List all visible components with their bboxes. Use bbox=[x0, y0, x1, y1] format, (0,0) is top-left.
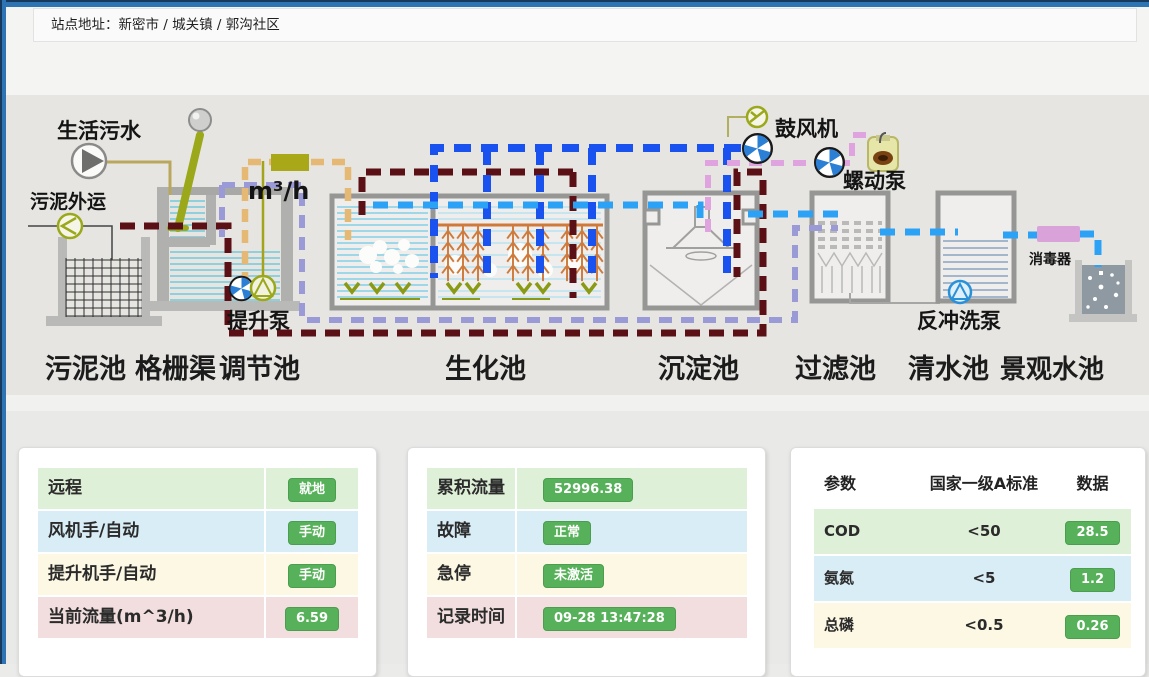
label-flow-unit: m³/h bbox=[248, 177, 309, 205]
status-row-current-flow: 当前流量(m^3/h) 6.59 bbox=[38, 597, 358, 638]
current-flow-badge[interactable]: 6.59 bbox=[285, 607, 339, 631]
param-standard: <0.5 bbox=[914, 603, 1054, 648]
breadcrumb: 站点地址：新密市 / 城关镇 / 郭沟社区 bbox=[33, 8, 1137, 42]
flow-row-record-time: 记录时间 09-28 13:47:28 bbox=[427, 597, 747, 638]
top-accent-bar bbox=[0, 0, 1149, 7]
flow-row-total: 累积流量 52996.38 bbox=[427, 468, 747, 509]
tank-label-sludge: 污泥池 bbox=[45, 354, 126, 385]
param-name: 总磷 bbox=[814, 603, 914, 648]
flow-meter bbox=[271, 154, 309, 171]
blower-valve-icon bbox=[728, 107, 767, 137]
status-row-remote: 远程 就地 bbox=[38, 468, 358, 509]
total-flow-badge[interactable]: 52996.38 bbox=[543, 478, 633, 502]
row-label: 提升机手/自动 bbox=[38, 554, 264, 595]
tank-label-landscape: 景观水池 bbox=[1000, 355, 1104, 385]
left-accent-stripe bbox=[0, 0, 6, 664]
dosing-fan-icon bbox=[815, 148, 844, 177]
tank-label-clean: 清水池 bbox=[908, 354, 989, 385]
tank-clean-water bbox=[938, 193, 1014, 303]
tank-sludge bbox=[46, 237, 162, 326]
param-name: COD bbox=[814, 509, 914, 554]
label-disinfector: 消毒器 bbox=[1029, 251, 1072, 268]
sludge-out-valve-icon bbox=[28, 214, 112, 260]
label-blower: 鼓风机 bbox=[775, 117, 838, 141]
divider-band bbox=[0, 395, 1149, 411]
inlet-pump-icon bbox=[72, 144, 106, 178]
status-row-fan-mode: 风机手/自动 手动 bbox=[38, 511, 358, 552]
row-label: 故障 bbox=[427, 511, 515, 552]
header-standard: 国家一级A标准 bbox=[914, 461, 1054, 507]
label-sludge-out: 污泥外运 bbox=[30, 190, 106, 213]
record-time-badge[interactable]: 09-28 13:47:28 bbox=[543, 607, 676, 631]
nh3-value-badge[interactable]: 1.2 bbox=[1070, 568, 1115, 592]
header-data: 数据 bbox=[1054, 461, 1131, 507]
label-backwash-pump: 反冲洗泵 bbox=[917, 309, 1001, 333]
quality-row-nh3: 氨氮 <5 1.2 bbox=[814, 556, 1131, 601]
status-row-lift-mode: 提升机手/自动 手动 bbox=[38, 554, 358, 595]
param-name: 氨氮 bbox=[814, 556, 914, 601]
row-label: 风机手/自动 bbox=[38, 511, 264, 552]
backwash-pump-icon bbox=[949, 281, 971, 303]
tank-label-sedimentation: 沉淀池 bbox=[658, 353, 739, 385]
tank-label-equalization: 调节池 bbox=[219, 354, 300, 385]
blower-fan-icon bbox=[743, 134, 772, 163]
tank-label-bio: 生化池 bbox=[445, 354, 526, 385]
process-diagram: 生活污水 污泥外运 m³/h 提升泵 鼓风机 螺动泵 消毒器 反冲洗泵 污泥池 … bbox=[0, 95, 1149, 395]
cod-value-badge[interactable]: 28.5 bbox=[1065, 521, 1119, 545]
row-label: 急停 bbox=[427, 554, 515, 595]
process-flow-svg: 生活污水 污泥外运 m³/h 提升泵 鼓风机 螺动泵 消毒器 反冲洗泵 污泥池 … bbox=[0, 95, 1149, 395]
lift-pump-icon bbox=[230, 276, 275, 300]
param-standard: <50 bbox=[914, 509, 1054, 554]
quality-row-cod: COD <50 28.5 bbox=[814, 509, 1131, 554]
site-address-text: 站点地址：新密市 / 城关镇 / 郭沟社区 bbox=[51, 17, 280, 33]
quality-row-tp: 总磷 <0.5 0.26 bbox=[814, 603, 1131, 648]
dosing-jar-icon bbox=[868, 133, 898, 171]
tank-biochemical bbox=[433, 196, 607, 308]
flow-row-estop: 急停 未激活 bbox=[427, 554, 747, 595]
flow-panel: 累积流量 52996.38 故障 正常 急停 未激活 记录时间 09-28 13… bbox=[407, 447, 766, 677]
row-label: 远程 bbox=[38, 468, 264, 509]
remote-status-badge[interactable]: 就地 bbox=[288, 478, 336, 502]
tank-filter bbox=[812, 193, 940, 303]
row-label: 累积流量 bbox=[427, 468, 515, 509]
label-lift-pump: 提升泵 bbox=[227, 309, 290, 333]
quality-header-row: 参数 国家一级A标准 数据 bbox=[814, 461, 1131, 507]
status-panel: 远程 就地 风机手/自动 手动 提升机手/自动 手动 当前流量(m^3/h) 6… bbox=[18, 447, 377, 677]
label-dosing-pump: 螺动泵 bbox=[843, 169, 906, 193]
tank-label-filter: 过滤池 bbox=[795, 354, 876, 385]
param-standard: <5 bbox=[914, 556, 1054, 601]
tp-value-badge[interactable]: 0.26 bbox=[1065, 615, 1119, 639]
disinfector-box bbox=[1037, 226, 1080, 242]
row-label: 记录时间 bbox=[427, 597, 515, 638]
fan-mode-badge[interactable]: 手动 bbox=[288, 521, 336, 545]
fault-status-badge[interactable]: 正常 bbox=[543, 521, 591, 545]
lift-mode-badge[interactable]: 手动 bbox=[288, 564, 336, 588]
label-inlet: 生活污水 bbox=[57, 119, 142, 143]
tank-landscape-pool bbox=[1069, 260, 1137, 322]
tank-label-grid: 格栅渠 bbox=[135, 354, 216, 385]
quality-panel: 参数 国家一级A标准 数据 COD <50 28.5 氨氮 <5 1.2 总磷 … bbox=[790, 447, 1146, 677]
flow-row-fault: 故障 正常 bbox=[427, 511, 747, 552]
header-param: 参数 bbox=[814, 461, 914, 507]
sludge-grid bbox=[66, 258, 142, 317]
estop-status-badge[interactable]: 未激活 bbox=[543, 564, 604, 588]
row-label: 当前流量(m^3/h) bbox=[38, 597, 264, 638]
bar-screen bbox=[178, 135, 200, 228]
screen-drive-ball bbox=[189, 109, 211, 131]
